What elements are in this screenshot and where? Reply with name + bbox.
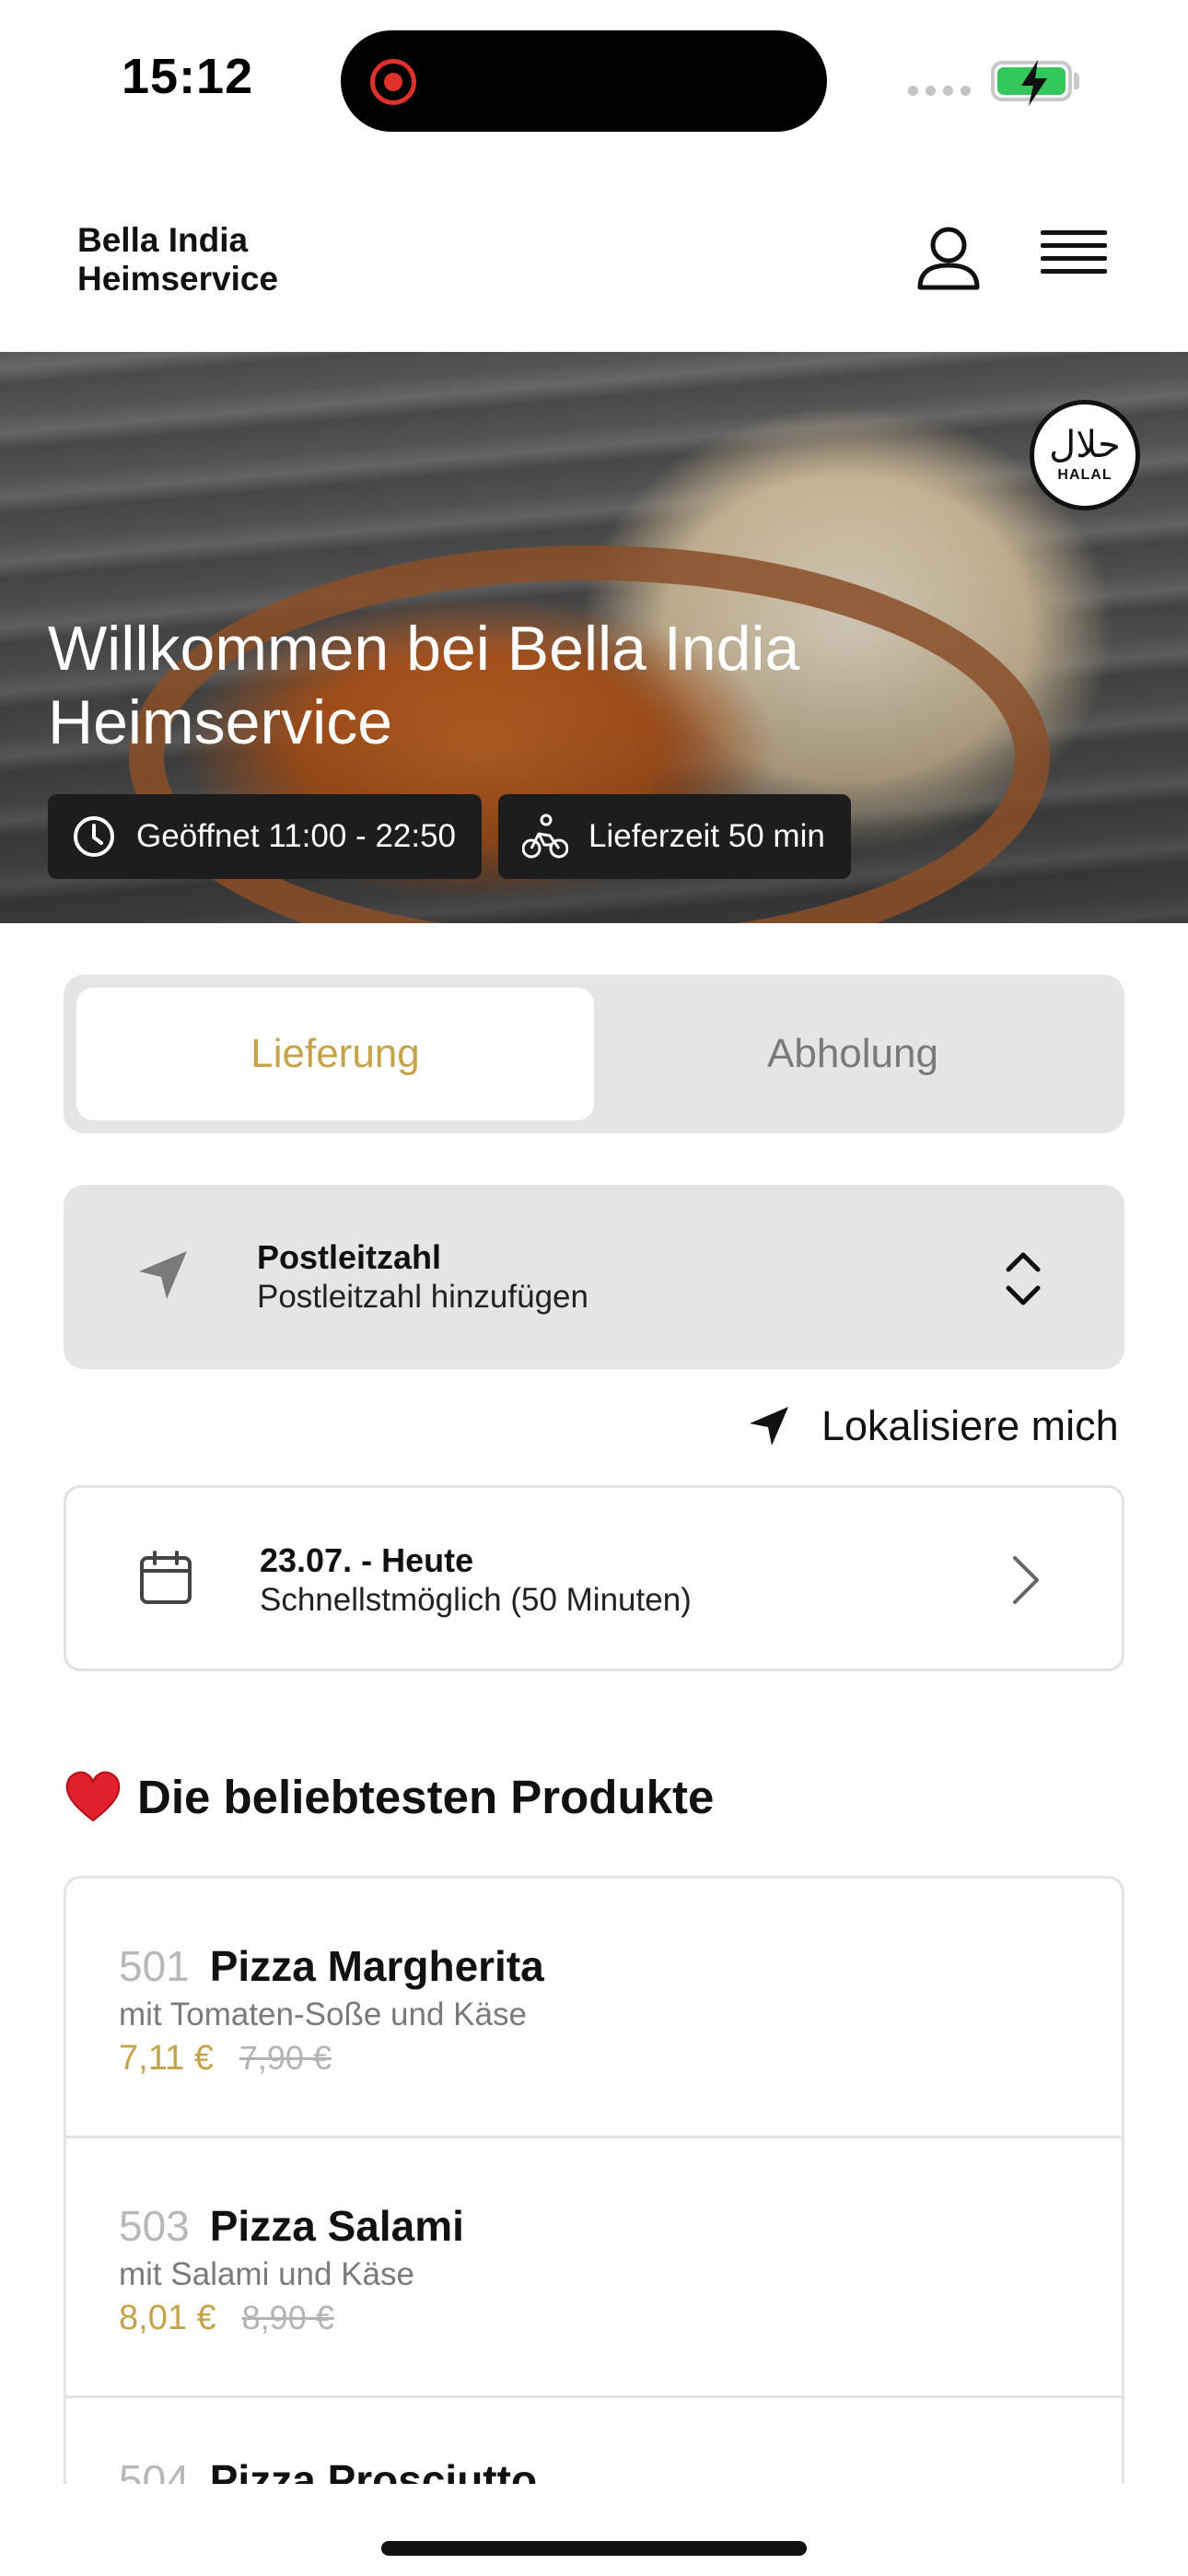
locate-me-button[interactable]: Lokalisiere mich — [748, 1402, 1119, 1450]
product-description: mit Salami und Käse — [119, 2256, 414, 2292]
order-mode-tabs: Lieferung Abholung — [64, 975, 1124, 1133]
battery-cap — [1074, 73, 1079, 89]
product-name: Pizza Prosciutto — [209, 2456, 538, 2484]
hamburger-menu-icon[interactable] — [1041, 230, 1107, 287]
product-old-price: 7,90 € — [239, 2039, 332, 2077]
postal-code-placeholder: Postleitzahl hinzufügen — [257, 1279, 588, 1315]
product-name: Pizza Margherita — [209, 1942, 544, 1990]
product-list: 501 Pizza Margherita mit Tomaten-Soße un… — [64, 1876, 1124, 2484]
postal-code-label: Postleitzahl — [257, 1238, 442, 1276]
product-old-price: 8,90 € — [241, 2299, 334, 2336]
status-bar: 15:12 — [0, 0, 1188, 157]
dynamic-island — [341, 30, 827, 132]
brand-name[interactable]: Bella India Heimservice — [77, 221, 446, 299]
delivery-date-label: 23.07. - Heute — [260, 1541, 474, 1579]
recording-icon — [370, 59, 416, 105]
home-indicator[interactable] — [381, 2541, 807, 2556]
delivery-time-badge: Lieferzeit 50 min — [498, 794, 851, 879]
calendar-icon — [140, 1551, 192, 1604]
product-number: 503 — [119, 2202, 190, 2250]
product-item[interactable]: 504 Pizza Prosciutto — [66, 2398, 1122, 2484]
hero-banner: حلال HALAL Willkommen bei Bella India He… — [0, 352, 1188, 923]
product-number: 501 — [119, 1942, 190, 1990]
product-price: 7,11 € — [119, 2039, 214, 2078]
navigation-arrow-icon — [750, 1407, 788, 1446]
product-number: 504 — [119, 2456, 190, 2484]
chevron-right-icon — [1013, 1556, 1039, 1604]
opening-hours-text: Geöffnet 11:00 - 22:50 — [136, 818, 457, 854]
status-time: 15:12 — [122, 49, 254, 104]
delivery-date-selector[interactable]: 23.07. - Heute Schnellstmöglich (50 Minu… — [64, 1485, 1124, 1671]
battery-icon — [991, 60, 1072, 106]
halal-arabic-text: حلال — [1049, 424, 1121, 466]
heart-icon — [65, 1771, 121, 1822]
product-item[interactable]: 503 Pizza Salami mit Salami und Käse 8,0… — [66, 2138, 1122, 2398]
product-description: mit Tomaten-Soße und Käse — [119, 1996, 527, 2032]
halal-label: HALAL — [1057, 467, 1112, 483]
brand-line-1: Bella India — [77, 221, 249, 259]
product-name: Pizza Salami — [209, 2202, 464, 2250]
location-arrow-icon — [139, 1251, 187, 1299]
delivery-time-text: Lieferzeit 50 min — [588, 818, 825, 854]
popular-products-header: Die beliebtesten Produkte — [64, 1767, 714, 1826]
clock-icon — [74, 816, 114, 857]
chevron-up-down-icon — [1006, 1252, 1041, 1306]
opening-hours-badge: Geöffnet 11:00 - 22:50 — [48, 794, 483, 879]
hero-info-badges: Geöffnet 11:00 - 22:50 Lieferzeit 50 min — [48, 794, 851, 879]
product-price: 8,01 € — [119, 2299, 216, 2337]
bike-courier-icon — [522, 814, 569, 859]
delivery-time-option: Schnellstmöglich (50 Minuten) — [260, 1582, 692, 1618]
tab-delivery[interactable]: Lieferung — [76, 988, 594, 1120]
app-header: Bella India Heimservice — [0, 157, 1188, 352]
signal-icon — [908, 86, 971, 96]
postal-code-selector[interactable]: Postleitzahl Postleitzahl hinzufügen — [64, 1185, 1124, 1369]
halal-badge: حلال HALAL — [1030, 400, 1140, 510]
hero-title: Willkommen bei Bella India Heimservice — [48, 614, 800, 757]
tab-pickup[interactable]: Abholung — [594, 988, 1112, 1120]
locate-me-label: Lokalisiere mich — [821, 1402, 1119, 1449]
brand-line-2: Heimservice — [77, 260, 279, 298]
product-item[interactable]: 501 Pizza Margherita mit Tomaten-Soße un… — [66, 1879, 1122, 2138]
popular-products-title: Die beliebtesten Produkte — [137, 1770, 715, 1823]
user-icon[interactable] — [912, 223, 985, 297]
